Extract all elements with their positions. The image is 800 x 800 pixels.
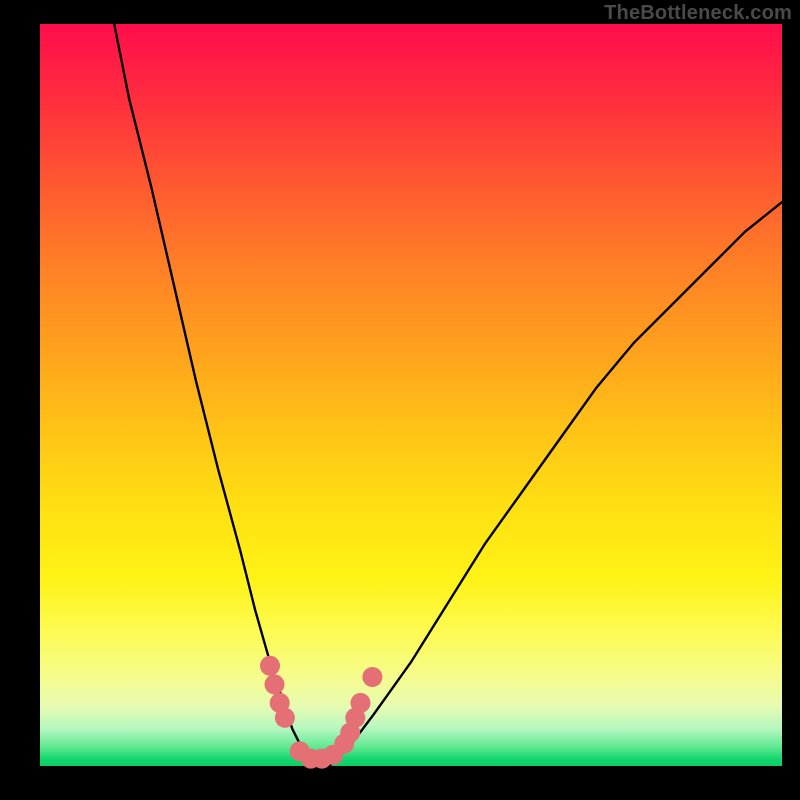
marker-right-cluster-4 xyxy=(351,693,371,713)
chart-svg xyxy=(40,24,782,766)
bottleneck-curve xyxy=(114,24,782,766)
chart-frame: TheBottleneck.com xyxy=(0,0,800,800)
marker-right-outlier xyxy=(362,667,382,687)
plot-area xyxy=(40,24,782,766)
marker-left-cluster-1 xyxy=(260,656,280,676)
marker-group xyxy=(260,656,382,769)
marker-left-cluster-4 xyxy=(275,708,295,728)
marker-left-cluster-2 xyxy=(265,674,285,694)
watermark-text: TheBottleneck.com xyxy=(604,2,792,25)
